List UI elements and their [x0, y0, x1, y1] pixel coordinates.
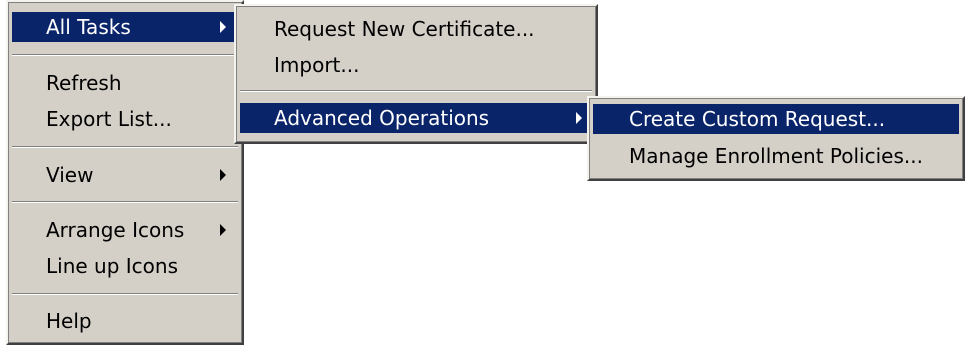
menu-item-label: Import... [274, 53, 360, 77]
menu-separator [240, 90, 592, 92]
submenu-arrow-icon [220, 169, 226, 181]
menu-item-label: Line up Icons [46, 254, 178, 278]
menu-item-create-custom-request[interactable]: Create Custom Request... [593, 104, 959, 134]
menu-item-request-new-certificate[interactable]: Request New Certificate... [240, 14, 592, 44]
submenu-arrow-icon [576, 112, 582, 124]
menu-item-line-up-icons[interactable]: Line up Icons [12, 251, 238, 281]
menu-item-refresh[interactable]: Refresh [12, 68, 238, 98]
menu-item-help[interactable]: Help [12, 306, 238, 336]
menu-item-arrange-icons[interactable]: Arrange Icons [12, 215, 238, 245]
menu-item-label: Arrange Icons [46, 218, 185, 242]
menu-item-label: Advanced Operations [274, 106, 490, 130]
menu-item-label: Export List... [46, 107, 172, 131]
menu-item-advanced-operations[interactable]: Advanced Operations [240, 103, 592, 133]
menu-item-label: All Tasks [46, 15, 131, 39]
menu-item-view[interactable]: View [12, 160, 238, 190]
menu-separator [12, 201, 238, 203]
menu-separator [12, 54, 238, 56]
menu-item-label: Manage Enrollment Policies... [629, 144, 923, 168]
submenu-arrow-icon [220, 224, 226, 236]
menu-item-import[interactable]: Import... [240, 50, 592, 80]
menu-item-label: View [46, 163, 94, 187]
submenu-arrow-icon [220, 21, 226, 33]
menu-item-label: Refresh [46, 71, 122, 95]
all-tasks-submenu: Request New Certificate... Import... Adv… [234, 4, 598, 144]
menu-item-label: Help [46, 309, 92, 333]
menu-separator [12, 146, 238, 148]
menu-item-export-list[interactable]: Export List... [12, 104, 238, 134]
menu-item-all-tasks[interactable]: All Tasks [12, 12, 238, 42]
menu-item-label: Create Custom Request... [629, 107, 886, 131]
advanced-operations-submenu: Create Custom Request... Manage Enrollme… [587, 96, 965, 181]
menu-separator [12, 293, 238, 295]
menu-item-manage-enrollment-policies[interactable]: Manage Enrollment Policies... [593, 141, 959, 171]
menu-item-label: Request New Certificate... [274, 17, 535, 41]
context-menu: All Tasks Refresh Export List... View Ar… [6, 0, 244, 345]
